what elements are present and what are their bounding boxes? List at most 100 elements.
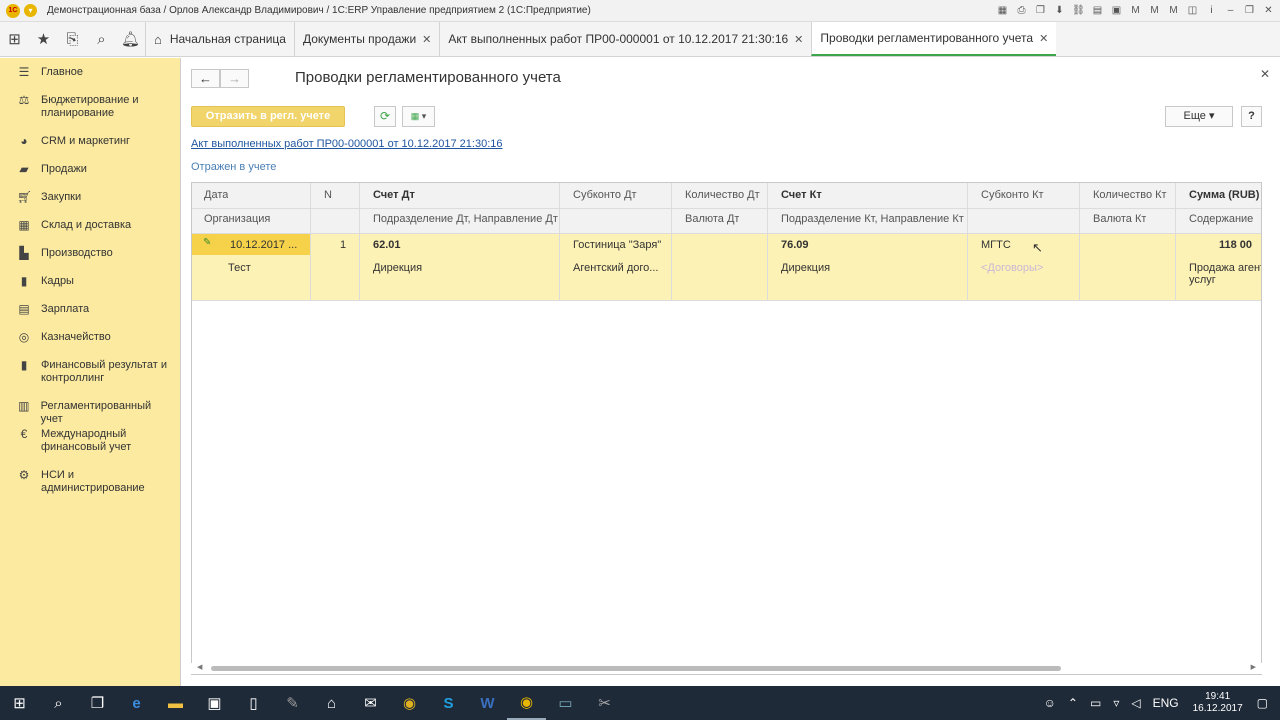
toolbar-icon[interactable]: ▦ [995,3,1010,18]
minimize-icon[interactable]: – [1223,3,1238,18]
col-header-n[interactable]: N [324,189,332,201]
system-clock[interactable]: 19:41 16.12.2017 [1193,691,1243,715]
calendar-icon[interactable]: ▣ [1109,3,1124,18]
save-icon[interactable]: ⬇ [1052,3,1067,18]
col-header-date[interactable]: Дата [204,189,229,201]
chrome-icon[interactable]: ◉ [390,686,429,720]
report-dropdown-button[interactable]: ▦ ▾ [402,106,435,127]
sidebar-item-hr[interactable]: ▮ Кадры [0,275,181,288]
print-icon[interactable]: ⎙ [1014,3,1029,18]
file-explorer-icon[interactable]: ▬ [156,686,195,720]
home-app-icon[interactable]: ⌂ [312,686,351,720]
col-header-qty-dt[interactable]: Количество Дт [685,189,760,201]
close-window-icon[interactable]: ✕ [1261,3,1276,18]
sidebar-item-administration[interactable]: ⚙ НСИ и администрирование [0,469,181,495]
search-icon[interactable]: ⌕ [39,686,78,720]
cell-organization[interactable]: Тест [228,262,251,274]
forward-button[interactable]: → [220,69,249,88]
link-icon[interactable]: ⛓ [1071,3,1086,18]
col-header-account-kt[interactable]: Счет Кт [781,189,822,201]
col-header-currency-dt[interactable]: Валюта Дт [685,213,740,225]
memory-icon[interactable]: M [1147,3,1162,18]
search-icon[interactable]: ⌕ [87,22,116,56]
word-icon[interactable]: W [468,686,507,720]
col-header-dept-dt[interactable]: Подразделение Дт, Направление Дт [373,213,558,225]
cell-sum[interactable]: 118 00 [1219,239,1252,251]
notifications-bell-icon[interactable]: 🔔︎ [116,22,145,56]
cell-content-line2[interactable]: услуг [1189,274,1216,286]
tab-home[interactable]: ⌂ Начальная страница [145,22,294,56]
pen-icon[interactable]: ✎ [273,686,312,720]
document-link[interactable]: Акт выполненных работ ПР00-000001 от 10.… [191,138,502,150]
col-header-subconto-kt[interactable]: Субконто Кт [981,189,1044,201]
sidebar-item-ifrs[interactable]: € Международный финансовый учет [0,428,181,454]
sidebar-item-budgeting[interactable]: ⚖ Бюджетирование и планирование [0,94,181,120]
language-indicator[interactable]: ENG [1153,696,1179,710]
col-header-currency-kt[interactable]: Валюта Кт [1093,213,1147,225]
tool-icon[interactable]: ✂ [585,686,624,720]
memory-minus-icon[interactable]: M [1166,3,1181,18]
1c-app-icon[interactable]: ◉ [507,686,546,720]
back-button[interactable]: ← [191,69,220,88]
history-icon[interactable]: ⎘ [58,22,87,56]
col-header-sum[interactable]: Сумма (RUB) [1189,189,1260,201]
edge-browser-icon[interactable]: e [117,686,156,720]
sidebar-item-financial-results[interactable]: ▮ Финансовый результат и контроллинг [0,359,181,385]
scroll-right-icon[interactable]: ▶ [1251,663,1256,671]
col-header-dept-kt[interactable]: Подразделение Кт, Направление Кт [781,213,964,225]
monitor-icon[interactable]: ▭ [546,686,585,720]
sidebar-item-treasury[interactable]: ◎ Казначейство [0,331,181,344]
table-row[interactable] [192,234,1261,300]
tab-sales-documents[interactable]: Документы продажи ✕ [293,22,439,56]
horizontal-scrollbar[interactable]: ◀ ▶ [191,663,1262,674]
person-icon[interactable]: ☺ [1044,696,1056,710]
cell-dept-dt[interactable]: Дирекция [373,262,422,274]
battery-icon[interactable]: ▭ [1090,696,1101,710]
info-icon[interactable]: i [1204,3,1219,18]
sidebar-item-sales[interactable]: ▰ Продажи [0,163,181,176]
help-button[interactable]: ? [1241,106,1262,127]
restore-icon[interactable]: ❐ [1242,3,1257,18]
col-header-subconto-dt[interactable]: Субконто Дт [573,189,637,201]
memory-plus-icon[interactable]: M [1128,3,1143,18]
post-to-regulated-button[interactable]: Отразить в регл. учете [191,106,345,127]
calculator-icon[interactable]: ▤ [1090,3,1105,18]
sidebar-item-regulated-accounting[interactable]: ▥ Регламентированный учет [0,400,181,426]
cell-dept-kt[interactable]: Дирекция [781,262,830,274]
skype-icon[interactable]: S [429,686,468,720]
mail-icon[interactable]: ✉ [351,686,390,720]
sidebar-item-warehouse[interactable]: ▦ Склад и доставка [0,219,181,232]
scroll-thumb[interactable] [211,666,1061,671]
cell-subconto-kt[interactable]: МГТС [981,239,1011,251]
col-header-qty-kt[interactable]: Количество Кт [1093,189,1167,201]
action-center-icon[interactable]: ▢ [1257,696,1268,710]
sections-grid-icon[interactable]: ⊞ [0,22,29,56]
main-menu-icon[interactable]: ▾ [24,4,37,17]
sidebar-item-production[interactable]: ▙ Производство [0,247,181,260]
cell-n[interactable]: 1 [340,239,346,251]
chevron-up-icon[interactable]: ⌃ [1068,696,1078,710]
sidebar-item-main[interactable]: ☰ Главное [0,66,181,79]
refresh-button[interactable]: ⟳ [374,106,396,127]
panel-icon[interactable]: ◫ [1185,3,1200,18]
favorites-star-icon[interactable]: ★ [29,22,58,56]
volume-icon[interactable]: ◁ [1131,696,1140,710]
tab-act-document[interactable]: Акт выполненных работ ПР00-000001 от 10.… [439,22,811,56]
more-button[interactable]: Еще ▾ [1165,106,1233,127]
close-form-icon[interactable]: ✕ [1260,67,1270,81]
cell-subconto-dt-2[interactable]: Агентский дого... [573,262,658,274]
close-tab-icon[interactable]: ✕ [1039,32,1048,45]
cell-subconto-kt-2[interactable]: <Договоры> [981,262,1043,274]
cell-content-line1[interactable]: Продажа агент [1189,262,1261,274]
sidebar-item-purchases[interactable]: 🛒︎ Закупки [0,191,181,204]
tab-regulated-entries[interactable]: Проводки регламентированного учета ✕ [811,22,1057,56]
sidebar-item-crm[interactable]: ◕ CRM и маркетинг [0,135,181,148]
close-tab-icon[interactable]: ✕ [422,33,431,46]
col-header-content[interactable]: Содержание [1189,213,1254,225]
col-header-account-dt[interactable]: Счет Дт [373,189,415,201]
network-icon[interactable]: ▿ [1113,696,1119,710]
windows-start-icon[interactable]: ⊞ [0,686,39,720]
copy-icon[interactable]: ❐ [1033,3,1048,18]
entries-table[interactable]: Дата N Счет Дт Субконто Дт Количество Дт… [191,182,1262,675]
cell-account-kt[interactable]: 76.09 [781,239,809,251]
